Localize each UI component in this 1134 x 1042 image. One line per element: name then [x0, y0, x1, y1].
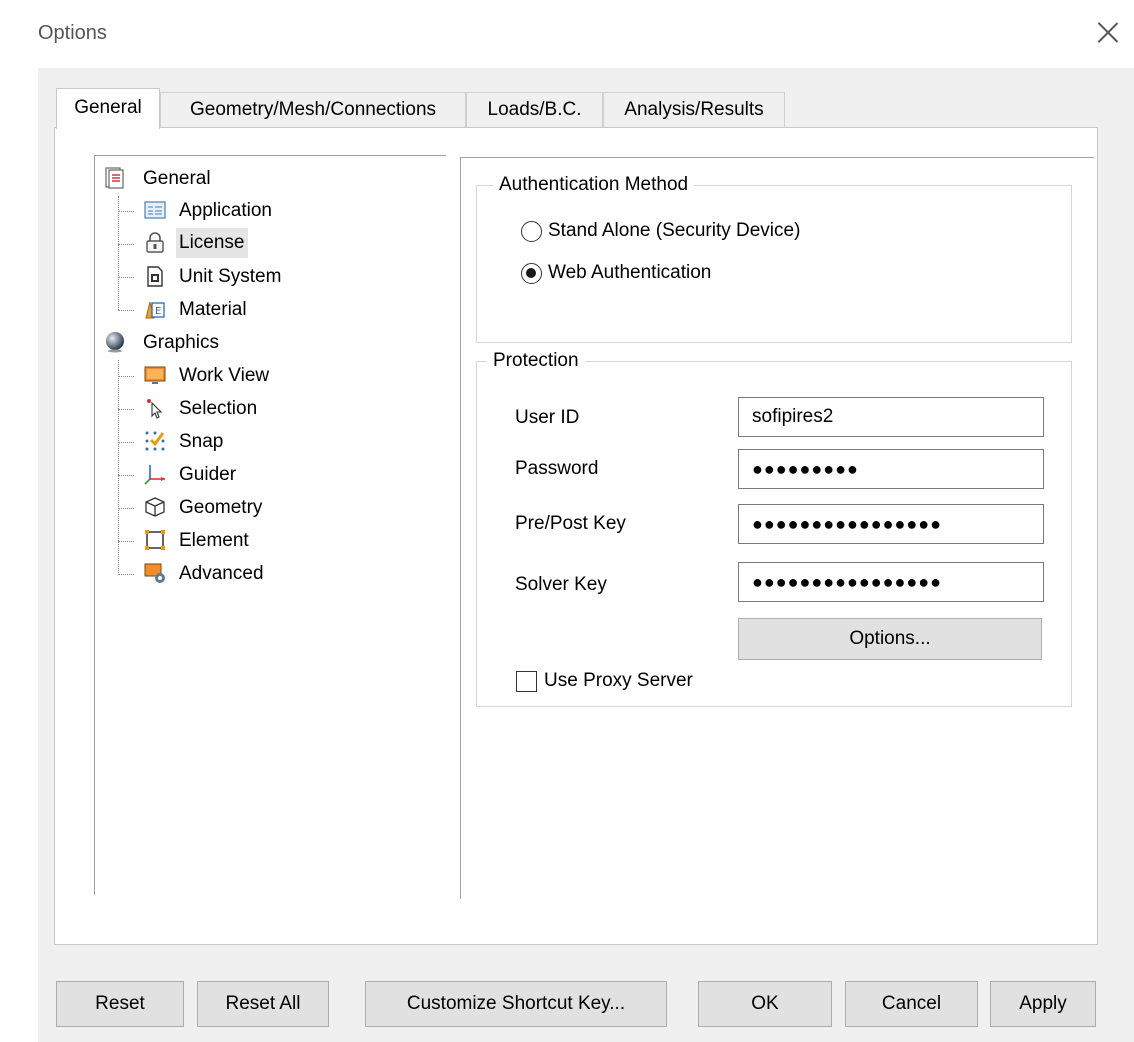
window-title: Options [38, 22, 107, 44]
tree-branch [118, 244, 134, 245]
tree-border-left [94, 155, 95, 895]
tree-label: Graphics [143, 332, 220, 353]
web-authentication-label: Web Authentication [548, 262, 712, 283]
content-border-top [460, 157, 1094, 158]
left-margin [0, 0, 38, 1042]
use-proxy-server-checkbox[interactable]: Use Proxy Server [516, 667, 746, 695]
cancel-button[interactable]: Cancel [845, 981, 978, 1027]
authentication-method-title: Authentication Method [493, 173, 695, 197]
user-id-input[interactable]: sofipires2 [738, 397, 1044, 437]
tree-label: Advanced [179, 563, 264, 584]
prepost-key-label: Pre/Post Key [515, 513, 626, 534]
protection-title: Protection [487, 349, 585, 373]
tree-branch [118, 475, 134, 476]
work-view-icon [144, 366, 166, 384]
tree-branch [118, 277, 134, 278]
tree-label: Unit System [179, 266, 282, 287]
reset-button[interactable]: Reset [56, 981, 184, 1027]
tab-general[interactable]: General [56, 88, 160, 129]
tab-analysis-results[interactable]: Analysis/Results [603, 92, 785, 128]
tree-label: Snap [179, 431, 224, 452]
cube-icon [145, 497, 165, 517]
axis-guider-icon [144, 465, 165, 485]
tree-branch [118, 508, 134, 509]
snap-icon [145, 431, 165, 451]
title-bar: Options [38, 0, 1134, 68]
tree-branch [118, 211, 134, 212]
radio-button[interactable] [521, 221, 542, 242]
apply-button[interactable]: Apply [990, 981, 1096, 1027]
tree-branch [118, 310, 134, 311]
options-dialog: Options General Geometry/Mesh/Connection… [0, 0, 1134, 1042]
tree-branch [118, 541, 134, 542]
unit-system-icon [147, 266, 163, 287]
close-icon[interactable] [1094, 18, 1122, 46]
radio-button-checked[interactable] [521, 263, 542, 284]
material-icon: E [145, 301, 165, 319]
graphics-sphere-icon [106, 332, 124, 353]
protection-group: Protection User ID sofipires2 Password ●… [476, 349, 1072, 707]
tree-branch [118, 409, 134, 410]
lock-icon [146, 232, 164, 253]
tree-connector-general [118, 196, 119, 310]
tree-branch [118, 442, 134, 443]
password-label: Password [515, 458, 599, 479]
tree-label: Element [179, 530, 249, 551]
element-icon [145, 530, 165, 550]
password-input[interactable]: ●●●●●●●●● [738, 449, 1044, 489]
tree-border-top [94, 155, 446, 156]
tree-connector-graphics [118, 360, 119, 575]
tab-geometry-mesh-connections[interactable]: Geometry/Mesh/Connections [160, 92, 466, 128]
stand-alone-label: Stand Alone (Security Device) [548, 220, 801, 241]
use-proxy-server-label: Use Proxy Server [544, 670, 693, 691]
user-id-label: User ID [515, 407, 580, 428]
reset-all-button[interactable]: Reset All [197, 981, 329, 1027]
tree-branch [118, 574, 134, 575]
tree-label: Material [179, 299, 247, 320]
tree-label: Geometry [179, 497, 263, 518]
solver-key-label: Solver Key [515, 574, 607, 595]
solver-key-input[interactable]: ●●●●●●●●●●●●●●●● [738, 562, 1044, 602]
tree-label: Selection [179, 398, 258, 419]
content-border-left [460, 157, 461, 899]
tree-label: License [176, 228, 248, 258]
checkbox[interactable] [516, 671, 537, 692]
protection-options-button[interactable]: Options... [738, 618, 1042, 660]
authentication-method-group: Authentication Method Stand Alone (Secur… [476, 173, 1072, 343]
tab-loads-bc[interactable]: Loads/B.C. [466, 92, 603, 128]
tree-label: Application [179, 200, 272, 221]
customize-shortcut-key-button[interactable]: Customize Shortcut Key... [365, 981, 667, 1027]
tree-label: Work View [179, 365, 270, 386]
tree-branch [118, 376, 134, 377]
web-authentication-radio[interactable]: Web Authentication [521, 259, 781, 287]
tree-label: Guider [179, 464, 237, 485]
tree-label: General [143, 168, 211, 189]
application-icon [144, 201, 166, 219]
cursor-icon [147, 399, 163, 419]
prepost-key-input[interactable]: ●●●●●●●●●●●●●●●● [738, 504, 1044, 544]
svg-text:E: E [155, 306, 161, 317]
general-folder-icon [105, 167, 124, 189]
ok-button[interactable]: OK [698, 981, 832, 1027]
advanced-gear-icon [144, 563, 165, 583]
stand-alone-radio[interactable]: Stand Alone (Security Device) [521, 217, 881, 245]
